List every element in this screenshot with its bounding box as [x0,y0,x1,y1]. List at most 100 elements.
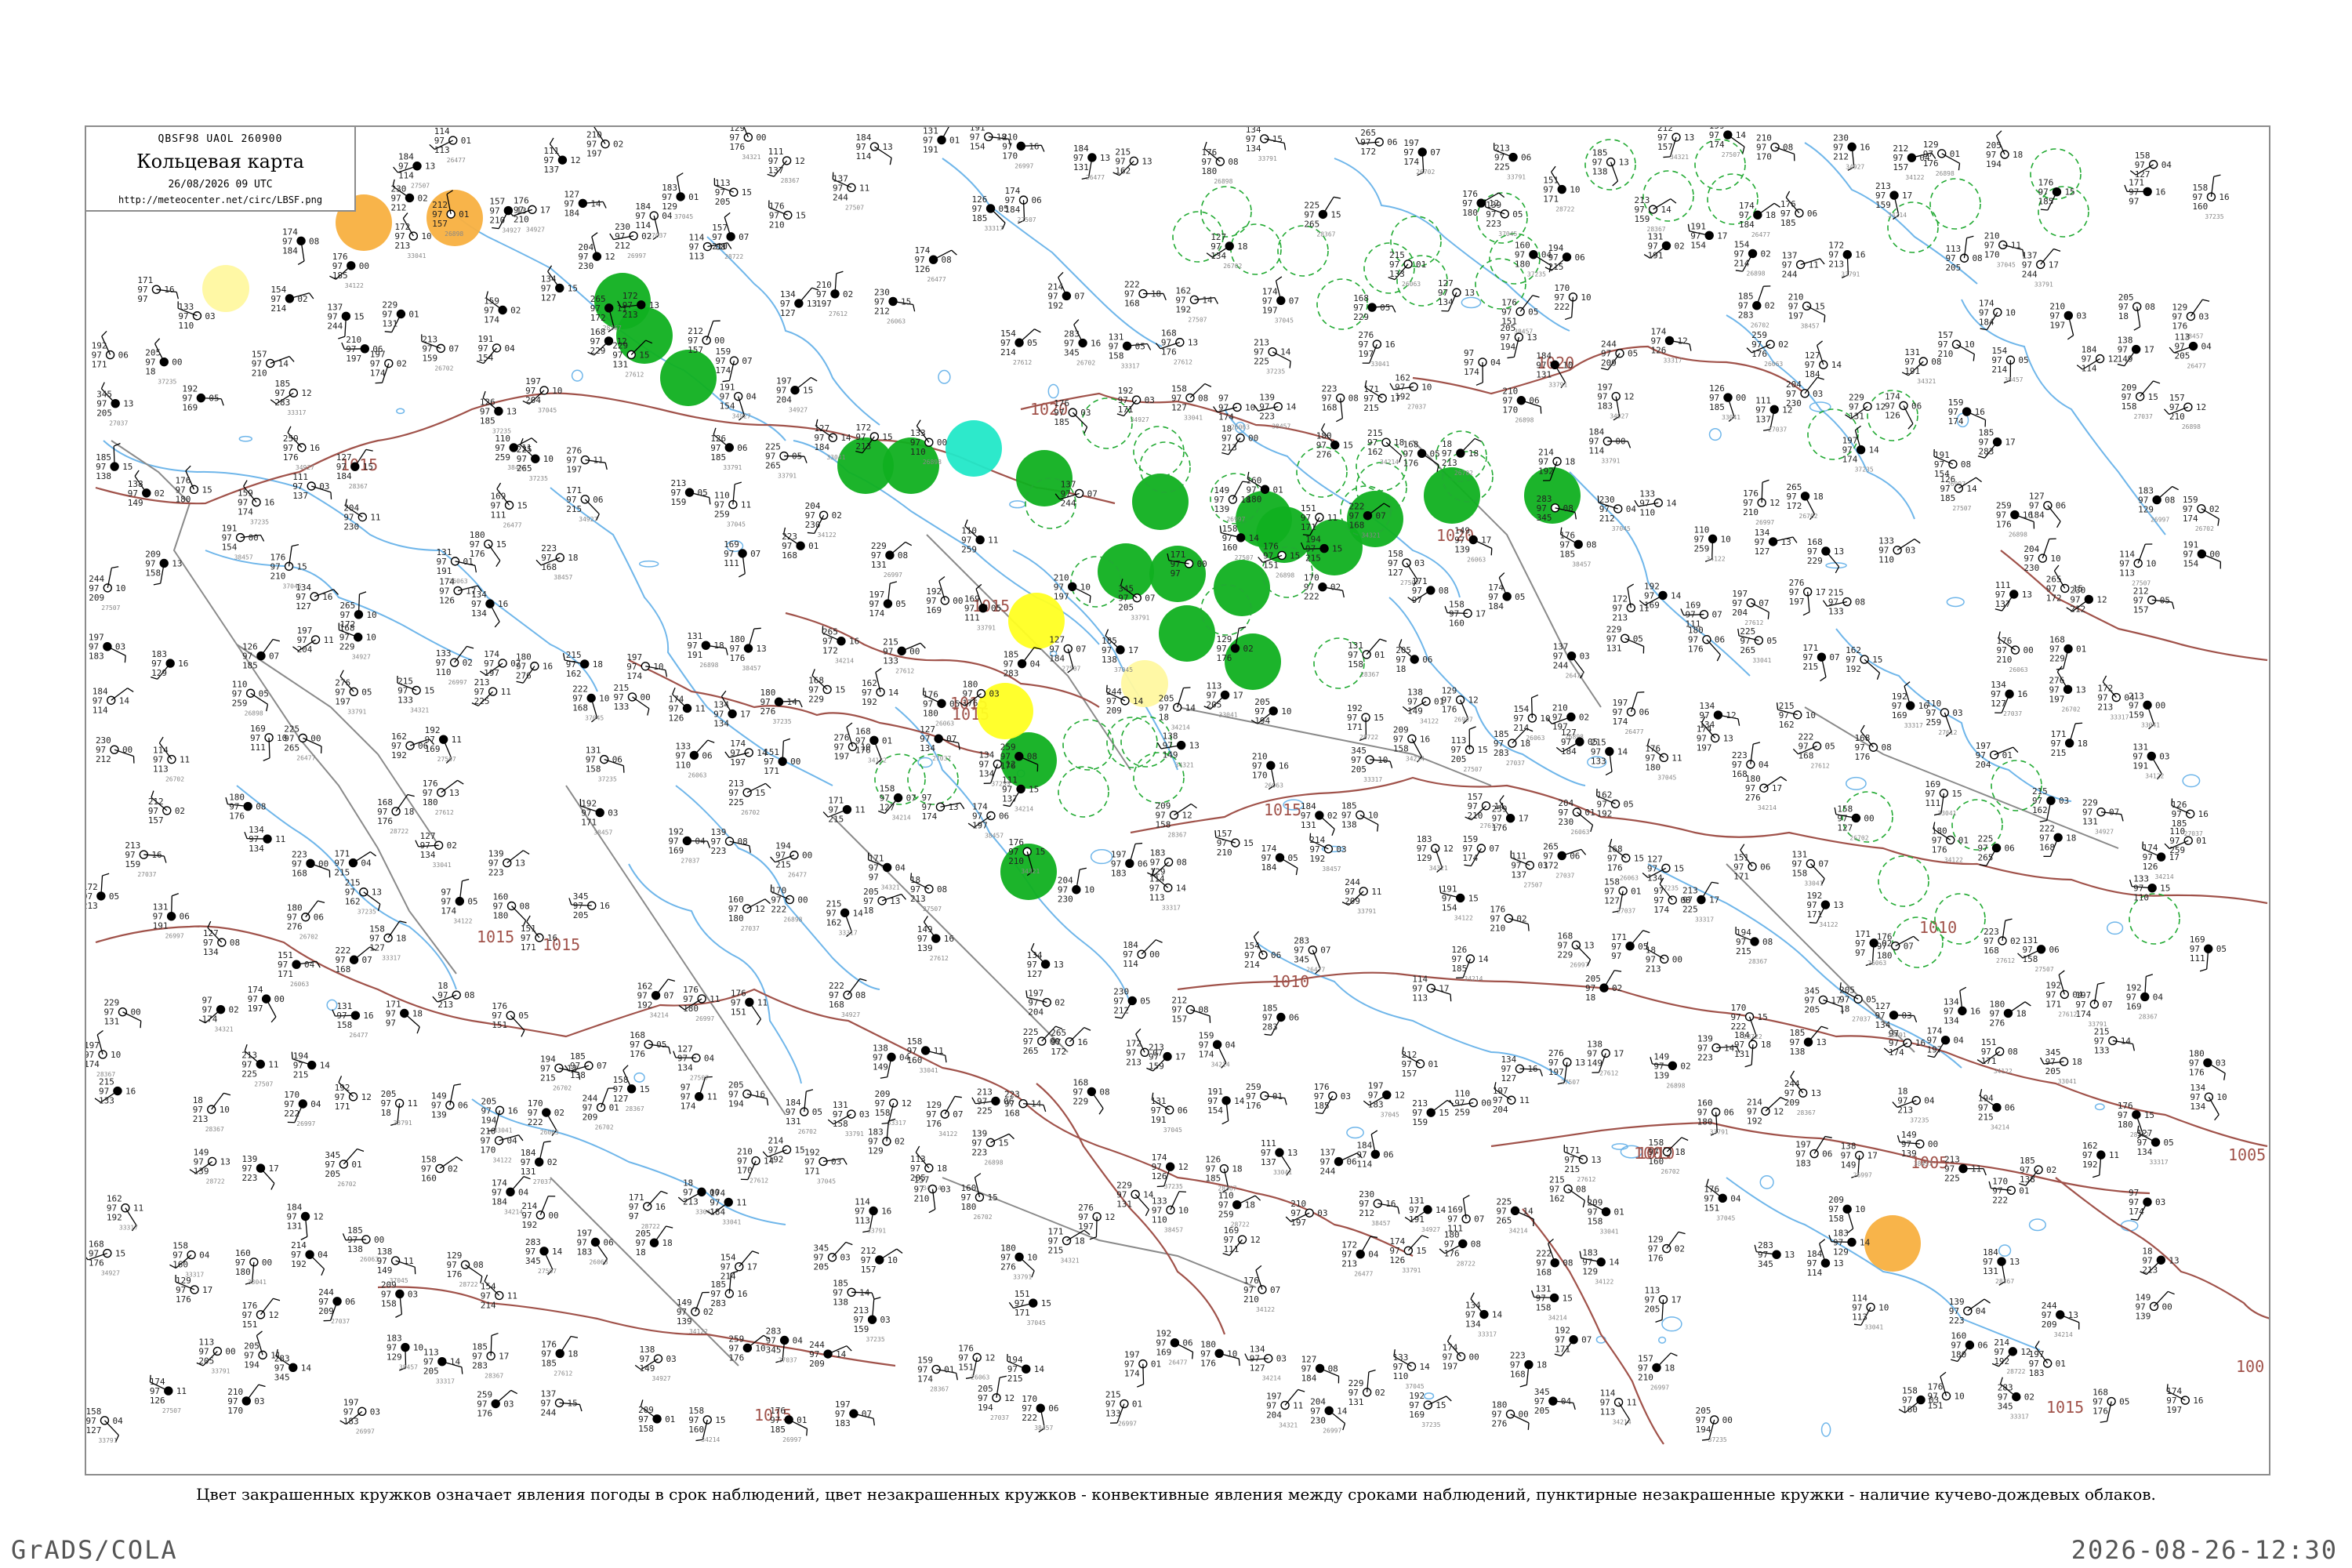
station-plot: 13897 1114937045 [377,1247,416,1284]
station-id: 38457 [1572,561,1591,568]
station-tendency: 15 [1436,1400,1446,1410]
station-tendency: 16 [655,1202,666,1212]
station-dewpoint: 192 [1395,391,1410,401]
station-plot: 19497 14215 [1007,1354,1044,1384]
station-dewpoint: 214 [1000,347,1016,358]
station-tendency: 11 [855,805,865,815]
station-dewpoint: 131 [612,359,628,369]
station-tendency: 16 [1527,1064,1537,1074]
station-tendency: 08 [1762,937,1773,947]
station-tendency: 03 [859,1109,869,1120]
station-dewpoint: 134 [420,850,436,860]
wind-barb-feather [96,1029,103,1036]
station-tendency: 14 [786,697,797,707]
station-plot: 159971417427507 [1709,127,1747,158]
station-plot: 17197 11215 [822,796,866,825]
station-tendency: 16 [125,1087,136,1097]
station-tendency: 03 [1317,1208,1327,1218]
wind-barb-feather [134,470,140,477]
station-tendency: 01 [949,136,960,146]
station-plot: 22297 0516827612 [1792,732,1835,770]
station-tendency: 18 [404,807,414,817]
station-dewpoint: 215 [1305,554,1321,564]
station-dewpoint: 197 [1358,349,1374,359]
station-dewpoint: 151 [241,1319,257,1330]
station-tendency: 16 [164,285,174,295]
station-dewpoint: 171 [1014,1308,1030,1318]
wind-barb-feather [1341,590,1345,598]
station-dewpoint: 174 [869,608,884,619]
station-id: 27507 [845,204,864,211]
station-tendency: 07 [269,652,279,662]
station-dewpoint: 222 [1554,302,1570,312]
station-dewpoint: 171 [581,817,597,827]
station-tendency: 08 [1348,394,1359,404]
station-id: 28722 [206,1178,225,1185]
station-id: 34927 [101,1270,120,1277]
station-dewpoint: 192 [1175,304,1191,314]
wind-barb-feather [185,465,191,472]
wind-barb-feather [1255,1265,1262,1271]
wind-barb-feather [474,565,477,573]
station-tendency: 18 [1468,448,1479,459]
station-cloud-circle [882,862,892,873]
station-dewpoint: 158 [145,568,161,579]
station-plot: 25997 01176 [1246,1082,1287,1111]
station-cloud-circle [742,904,752,913]
station-dewpoint: 158 [1348,659,1363,670]
station-plot: 14997 1613927612 [917,916,954,962]
station-id: 26997 [1454,717,1473,724]
wind-barb-feather [510,1389,518,1395]
station-tendency: 03 [666,1354,676,1364]
station-tendency: 06 [1570,851,1580,861]
wind-barb-feather [223,1092,231,1096]
station-tendency: 08 [1198,393,1208,403]
station-tendency: 00 [1519,1410,1529,1420]
station-tendency: 15 [1029,784,1039,794]
station-tendency: 18 [662,1238,672,1248]
lake-outline [2182,774,2201,788]
station-dewpoint: 209 [1784,1098,1800,1108]
station-dewpoint: 18 [635,1247,645,1258]
station-tendency: 17 [1717,230,1727,241]
station-tendency: 12 [314,1211,324,1221]
station-tendency: 08 [309,236,319,246]
station-plot: 20597 1818 [635,1225,673,1258]
station-tendency: 12 [795,156,805,166]
station-tendency: 12 [1773,1106,1784,1116]
station-dewpoint: 127 [369,942,385,953]
station-dewpoint: 197 [1443,1361,1458,1371]
wind-barb-feather [416,1026,420,1034]
station-dewpoint: 184 [564,208,579,218]
station-dewpoint: 213 [1612,612,1628,622]
station-plot: 15997 07174 [715,347,753,383]
station-dewpoint: 276 [1492,1419,1508,1429]
station-id: 33791 [1601,458,1620,465]
wind-barb-feather [172,893,179,897]
station-plot: 21397 1415928367 [1635,195,1677,233]
station-cloud-circle [98,1050,107,1059]
wind-barb-feather [1221,1120,1229,1125]
station-dewpoint: 126 [1389,1255,1405,1265]
station-tendency: 11 [370,513,380,523]
station-tendency: 08 [1198,1005,1208,1015]
lake-outline [1946,597,1965,608]
station-dewpoint: 171 [335,1102,350,1112]
station-plot: 21497 07192 [1047,271,1085,310]
wind-barb-feather [562,653,565,661]
wind-barb [539,1196,549,1216]
station-plot: 21097 03197 [1285,1199,1327,1228]
station-id: 26063 [887,318,906,325]
station-tendency: 14 [301,1363,312,1373]
station-plot: 12997 0817628722 [447,1250,484,1288]
station-plot: 13197 1419134927 [1404,1196,1446,1233]
station-dewpoint: 215 [828,815,844,825]
station-dewpoint: 184 [492,1196,507,1207]
station-dewpoint: 160 [421,1173,437,1183]
station-id: 34214 [1758,804,1777,811]
station-plot: 19297 07171 [1554,1326,1592,1357]
station-plot: 23097 0421237045 [1597,495,1636,532]
station-id: 37045 [585,714,604,721]
station-tendency: 10 [1540,713,1550,724]
station-plot: 19297 14169 [1639,581,1682,610]
